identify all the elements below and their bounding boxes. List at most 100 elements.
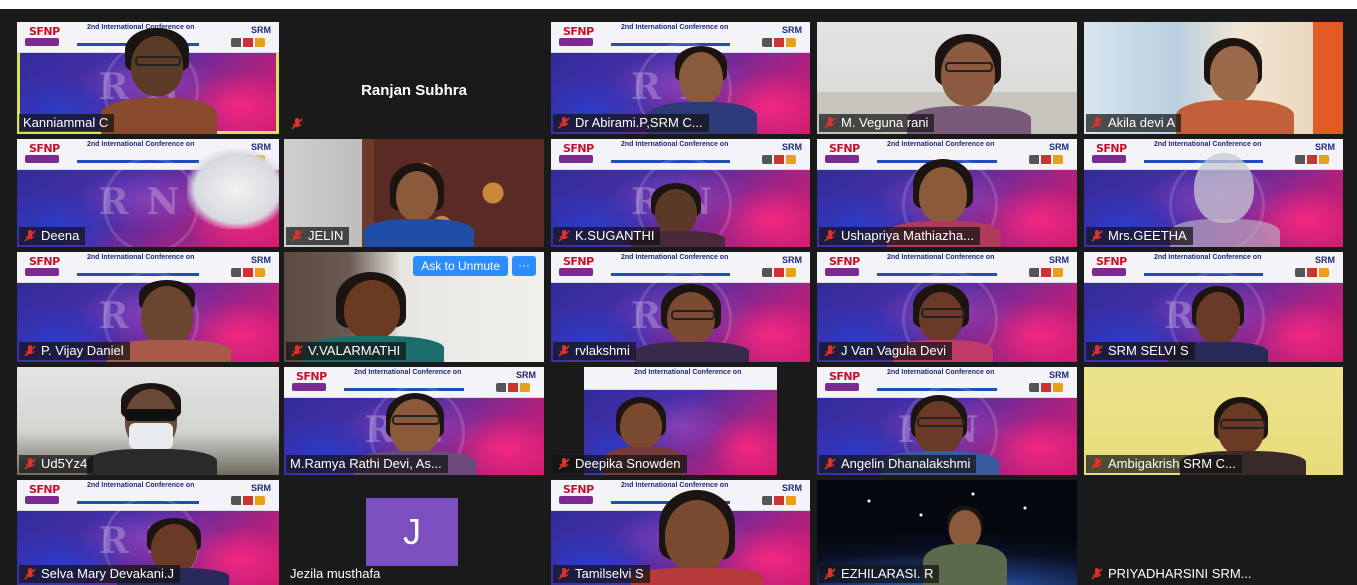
gallery-view: SFNP 2nd International Conference on SRM R… — [0, 9, 1357, 585]
participant-face — [1210, 46, 1258, 102]
participant-name-label: Angelin Dhanalakshmi — [819, 455, 977, 473]
video-tile-tamilselvi[interactable]: SFNP 2nd International Conference on SRM T… — [551, 480, 810, 585]
video-tile-srm-selvi[interactable]: SFNP2nd International Conference onSRM R… — [1084, 252, 1343, 362]
mic-muted-icon — [557, 116, 571, 130]
sfnp-sublogo — [25, 155, 59, 163]
participant-name: Jezila musthafa — [290, 566, 381, 581]
mic-muted-icon-graphic — [1091, 230, 1103, 242]
video-tile-akila-devi[interactable]: Akila devi A — [1084, 22, 1343, 134]
participant-name-label: Jezila musthafa — [286, 565, 386, 583]
video-tile-jelin[interactable]: JELIN — [284, 139, 544, 247]
mic-muted-icon-graphic — [558, 230, 570, 242]
banner-title: 2nd International Conference on — [87, 141, 195, 148]
participant-face — [131, 36, 183, 96]
mic-muted-icon-graphic — [558, 345, 570, 357]
participant-name: Deepika Snowden — [575, 456, 681, 471]
srm-logo: SRM — [782, 142, 802, 152]
sfnp-logo: SFNP — [296, 370, 327, 383]
srm-logo: SRM — [782, 255, 802, 265]
participant-face — [396, 171, 438, 221]
partner-logos — [762, 268, 796, 277]
video-tile-ushapriya[interactable]: SFNP 2nd International Conference on SRM U… — [817, 139, 1077, 247]
video-tile-ud5yz4[interactable]: Ud5Yz4 — [17, 367, 279, 475]
sfnp-sublogo — [559, 38, 593, 46]
sfnp-logo: SFNP — [29, 25, 60, 38]
glasses — [671, 310, 715, 320]
mic-muted-icon — [23, 344, 37, 358]
video-tile-jezila-musthafa[interactable]: J Jezila musthafa — [284, 480, 544, 585]
video-tile-k-suganthi[interactable]: SFNP2nd International Conference onSRM R… — [551, 139, 810, 247]
banner-title: 2nd International Conference on — [887, 141, 995, 148]
participant-name: Akila devi A — [1108, 115, 1176, 130]
participant-name: rvlakshmi — [575, 343, 630, 358]
participant-name: Mrs.GEETHA — [1108, 228, 1187, 243]
partner-logos — [231, 38, 265, 47]
participant-name: Dr Abirami.P,SRM C... — [575, 115, 703, 130]
video-tile-vijay-daniel[interactable]: SFNP2nd International Conference onSRM R… — [17, 252, 279, 362]
participant-name: Ambigakrish SRM C... — [1108, 456, 1236, 471]
video-tile-dr-abirami[interactable]: SFNP2nd International Conference onSRM R… — [551, 22, 810, 134]
video-tile-deepika-snowden[interactable]: 2nd International Conference on Deepika … — [551, 367, 810, 475]
mic-muted-icon — [290, 117, 304, 131]
mic-muted-icon — [23, 457, 37, 471]
banner-title: 2nd International Conference on — [1154, 141, 1262, 148]
srm-logo: SRM — [251, 25, 271, 35]
video-tile-kanniammal[interactable]: SFNP2nd International Conference onSRM R… — [17, 22, 279, 134]
participant-name: Deena — [41, 228, 80, 243]
participant-name: Ud5Yz4 — [41, 456, 88, 471]
participant-name: EZHILARASI. R — [841, 566, 934, 581]
sfnp-logo: SFNP — [563, 25, 594, 38]
more-options-button[interactable]: ··· — [512, 256, 536, 276]
participant-face — [620, 403, 662, 449]
video-tile-veguna-rani[interactable]: M. Veguna rani — [817, 22, 1077, 134]
sfnp-sublogo — [825, 383, 859, 391]
video-background — [187, 149, 279, 229]
partner-logos — [762, 38, 796, 47]
video-tile-rvlakshmi[interactable]: SFNP 2nd International Conference on SRM R… — [551, 252, 810, 362]
banner-title: 2nd International Conference on — [621, 141, 729, 148]
video-tile-valarmathi[interactable]: Ask to Unmute ··· V.VALARMATHI — [284, 252, 544, 362]
partner-logos — [1029, 155, 1063, 164]
sfnp-sublogo — [25, 268, 59, 276]
mic-muted-icon-graphic — [558, 568, 570, 580]
mic-muted-icon-graphic — [824, 458, 836, 470]
participant-face — [390, 399, 440, 455]
video-tile-ranjan-subhra[interactable]: Ranjan Subhra — [284, 22, 544, 134]
mic-muted-icon — [557, 229, 571, 243]
video-background — [125, 409, 177, 421]
srm-logo: SRM — [782, 483, 802, 493]
video-tile-mrs-geetha[interactable]: SFNP 2nd International Conference on SRM M… — [1084, 139, 1343, 247]
video-tile-ramya-rathi-devi[interactable]: SFNP2nd International Conference onSRM R… — [284, 367, 544, 475]
video-tile-ezhilarasi[interactable]: EZHILARASI. R — [817, 480, 1077, 585]
sfnp-sublogo — [825, 268, 859, 276]
participant-name-label: rvlakshmi — [553, 342, 636, 360]
participant-name-label: Kanniammal C — [19, 114, 115, 132]
video-tile-priyadharsini[interactable]: PRIYADHARSINI SRM... — [1084, 480, 1343, 585]
participant-name: Ushapriya Mathiazha... — [841, 228, 974, 243]
mic-muted-icon — [557, 344, 571, 358]
partner-logos — [496, 383, 530, 392]
glasses — [1220, 419, 1266, 429]
participant-name: Tamilselvi S — [575, 566, 644, 581]
video-tile-angelin-dhanalakshmi[interactable]: SFNP2nd International Conference onSRM R… — [817, 367, 1077, 475]
sfnp-sublogo — [559, 155, 593, 163]
participant-name-label: SRM SELVI S — [1086, 342, 1195, 360]
mic-muted-icon-graphic — [1091, 458, 1103, 470]
participant-name-label: Ushapriya Mathiazha... — [819, 227, 980, 245]
participant-name-label: Dr Abirami.P,SRM C... — [553, 114, 709, 132]
sfnp-logo: SFNP — [563, 255, 594, 268]
video-tile-deena[interactable]: SFNP 2nd International Conference on SRM R… — [17, 139, 279, 247]
participant-body — [101, 98, 217, 134]
mic-muted-icon-graphic — [291, 345, 303, 357]
mic-muted-icon — [290, 344, 304, 358]
video-tile-ambigakrish[interactable]: Ambigakrish SRM C... — [1084, 367, 1343, 475]
mic-muted-icon-graphic — [291, 118, 303, 130]
participant-face — [1196, 292, 1240, 344]
video-tile-j-van-vagula-devi[interactable]: SFNP 2nd International Conference on SRM J… — [817, 252, 1077, 362]
banner-title: 2nd International Conference on — [887, 254, 995, 261]
partner-logos — [1029, 268, 1063, 277]
ask-to-unmute-button[interactable]: Ask to Unmute — [413, 256, 508, 276]
video-tile-selva-mary[interactable]: SFNP2nd International Conference onSRM R… — [17, 480, 279, 585]
glasses — [921, 308, 965, 318]
sfnp-logo: SFNP — [29, 483, 60, 496]
